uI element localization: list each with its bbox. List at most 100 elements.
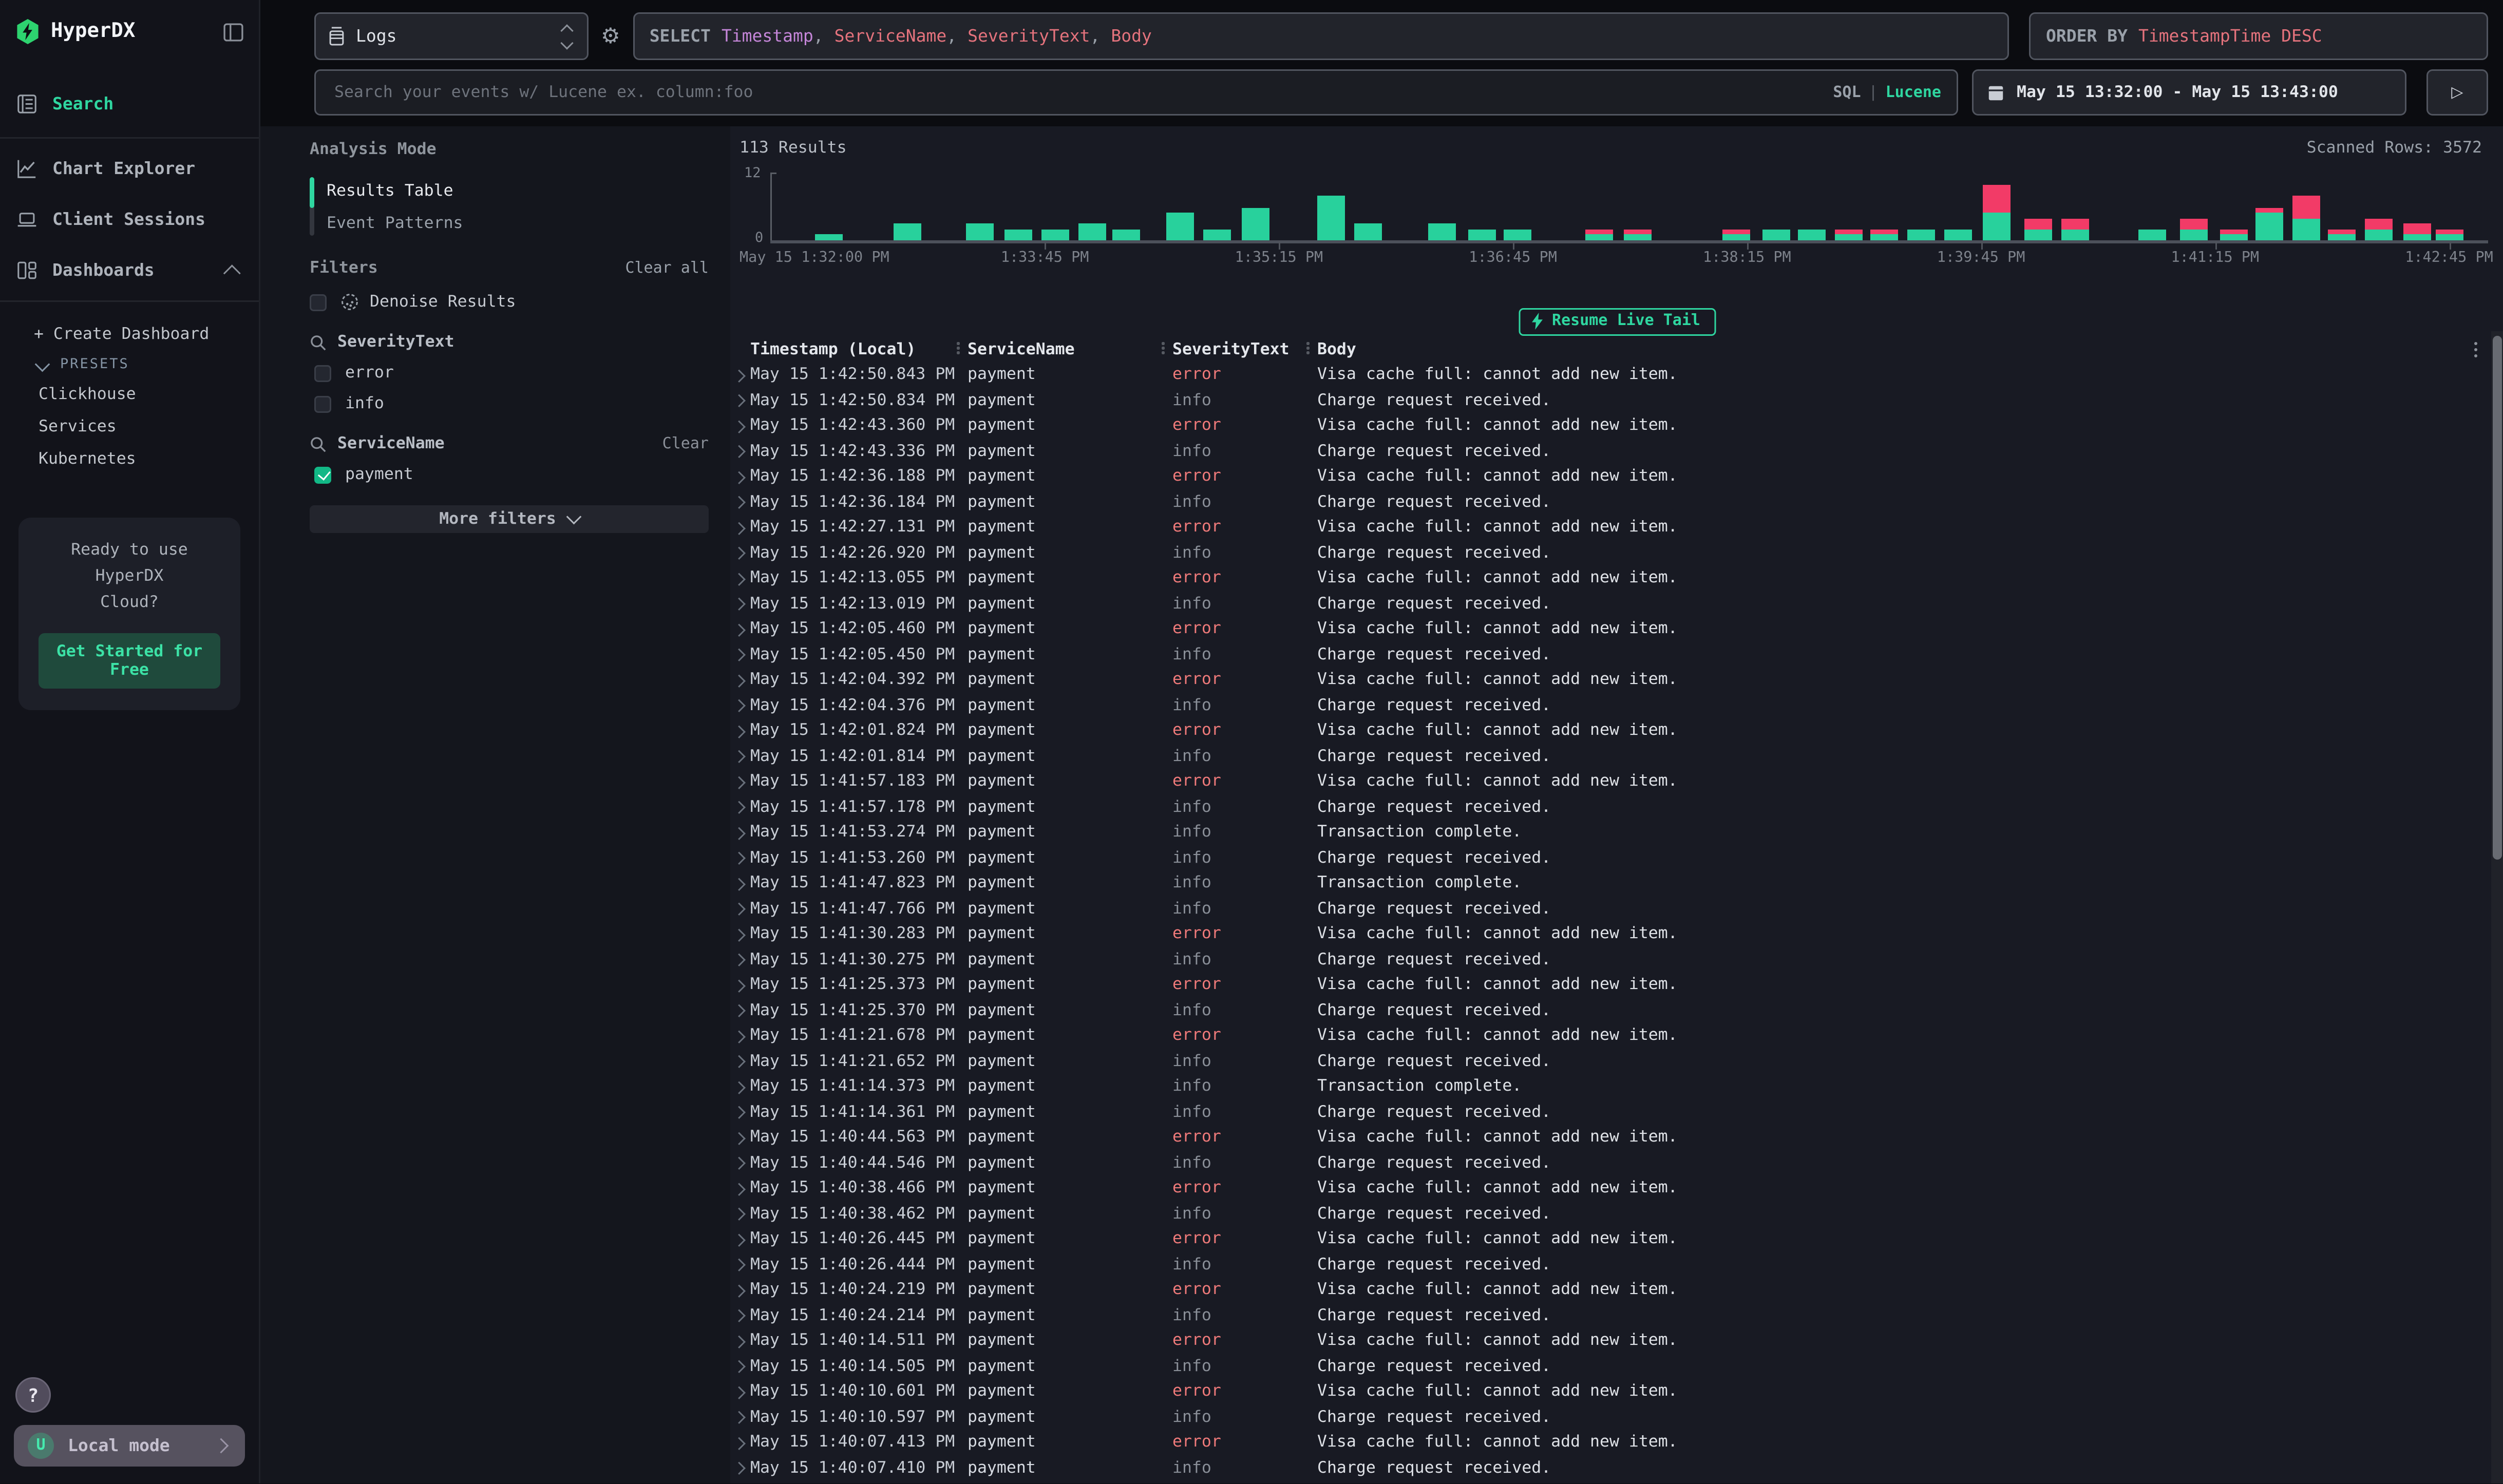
table-row[interactable]: May 15 1:41:57.178 PMpaymentinfoCharge r… [730, 794, 2488, 820]
table-row[interactable]: May 15 1:41:25.370 PMpaymentinfoCharge r… [730, 998, 2488, 1023]
row-expand-chevron-icon[interactable] [730, 1260, 750, 1269]
histogram-bar[interactable] [2061, 218, 2089, 240]
row-expand-chevron-icon[interactable] [730, 1286, 750, 1295]
table-row[interactable]: May 15 1:41:47.766 PMpaymentinfoCharge r… [730, 896, 2488, 922]
column-header-servicename[interactable]: ServiceName [968, 340, 1172, 358]
histogram-bar[interactable] [2220, 230, 2247, 240]
resume-live-tail-button[interactable]: Resume Live Tail [1518, 308, 1716, 336]
table-row[interactable]: May 15 1:40:44.546 PMpaymentinfoCharge r… [730, 1150, 2488, 1176]
table-row[interactable]: May 15 1:41:14.361 PMpaymentinfoCharge r… [730, 1099, 2488, 1125]
histogram-bar[interactable] [1944, 230, 1971, 240]
table-row[interactable]: May 15 1:41:30.283 PMpaymenterrorVisa ca… [730, 921, 2488, 947]
table-row[interactable]: May 15 1:42:01.814 PMpaymentinfoCharge r… [730, 744, 2488, 769]
histogram-bar[interactable] [1112, 230, 1140, 240]
table-row[interactable]: May 15 1:40:10.597 PMpaymentinfoCharge r… [730, 1404, 2488, 1430]
histogram-bar[interactable] [2328, 230, 2356, 240]
sidebar-collapse-icon[interactable] [223, 23, 243, 41]
histogram-bar[interactable] [1041, 230, 1069, 240]
row-expand-chevron-icon[interactable] [730, 1209, 750, 1218]
histogram-bar[interactable] [1723, 230, 1751, 240]
table-row[interactable]: May 15 1:40:14.505 PMpaymentinfoCharge r… [730, 1354, 2488, 1379]
table-row[interactable]: May 15 1:41:21.652 PMpaymentinfoCharge r… [730, 1049, 2488, 1074]
row-expand-chevron-icon[interactable] [730, 803, 750, 811]
row-expand-chevron-icon[interactable] [730, 1158, 750, 1167]
row-expand-chevron-icon[interactable] [730, 1413, 750, 1421]
histogram-bar[interactable] [1317, 196, 1345, 240]
row-expand-chevron-icon[interactable] [730, 752, 750, 760]
row-expand-chevron-icon[interactable] [730, 625, 750, 634]
preset-kubernetes[interactable]: Kubernetes [0, 442, 259, 474]
table-row[interactable]: May 15 1:41:30.275 PMpaymentinfoCharge r… [730, 947, 2488, 973]
analysis-mode-event-patterns[interactable]: Event Patterns [327, 206, 709, 239]
row-expand-chevron-icon[interactable] [730, 1057, 750, 1066]
mode-lucene-toggle[interactable]: Lucene [1886, 84, 1941, 101]
table-row[interactable]: May 15 1:41:47.823 PMpaymentinfoTransact… [730, 870, 2488, 896]
histogram-bar[interactable] [893, 224, 921, 240]
analysis-mode-results-table[interactable]: Results Table [327, 174, 709, 206]
table-row[interactable]: May 15 1:40:38.462 PMpaymentinfoCharge r… [730, 1201, 2488, 1227]
histogram-bar[interactable] [1354, 224, 1381, 240]
histogram-bar[interactable] [1871, 230, 1899, 240]
checkbox[interactable] [310, 294, 327, 311]
row-expand-chevron-icon[interactable] [730, 472, 750, 481]
histogram-bar[interactable] [1504, 230, 1532, 240]
table-row[interactable]: May 15 1:41:21.678 PMpaymenterrorVisa ca… [730, 1023, 2488, 1049]
row-expand-chevron-icon[interactable] [730, 777, 750, 786]
row-expand-chevron-icon[interactable] [730, 599, 750, 608]
histogram-bar[interactable] [1078, 224, 1106, 240]
histogram-bar[interactable] [1166, 213, 1194, 240]
row-expand-chevron-icon[interactable] [730, 930, 750, 939]
histogram-bar[interactable] [2365, 218, 2393, 240]
table-row[interactable]: May 15 1:40:44.563 PMpaymenterrorVisa ca… [730, 1125, 2488, 1150]
checkbox[interactable] [314, 395, 331, 412]
row-expand-chevron-icon[interactable] [730, 498, 750, 506]
gear-icon[interactable]: ⚙ [601, 24, 620, 49]
table-row[interactable]: May 15 1:40:07.413 PMpaymenterrorVisa ca… [730, 1430, 2488, 1455]
table-row[interactable]: May 15 1:42:36.184 PMpaymentinfoCharge r… [730, 489, 2488, 515]
histogram-bar[interactable] [1907, 230, 1935, 240]
row-expand-chevron-icon[interactable] [730, 1438, 750, 1447]
get-started-button[interactable]: Get Started for Free [39, 634, 220, 689]
table-row[interactable]: May 15 1:41:53.260 PMpaymentinfoCharge r… [730, 845, 2488, 871]
row-expand-chevron-icon[interactable] [730, 396, 750, 405]
table-row[interactable]: May 15 1:41:53.274 PMpaymentinfoTransact… [730, 820, 2488, 845]
row-expand-chevron-icon[interactable] [730, 853, 750, 862]
more-filters-button[interactable]: More filters [310, 505, 709, 533]
row-expand-chevron-icon[interactable] [730, 701, 750, 710]
histogram-bar[interactable] [1005, 230, 1033, 240]
histogram-bar[interactable] [2180, 218, 2208, 240]
histogram-bar[interactable] [2139, 230, 2167, 240]
row-expand-chevron-icon[interactable] [730, 1108, 750, 1116]
histogram-bar[interactable] [1834, 230, 1862, 240]
table-row[interactable]: May 15 1:42:13.055 PMpaymenterrorVisa ca… [730, 565, 2488, 591]
histogram-bar[interactable] [1468, 230, 1495, 240]
checkbox[interactable] [314, 365, 331, 382]
row-expand-chevron-icon[interactable] [730, 1337, 750, 1345]
help-button[interactable]: ? [15, 1377, 51, 1413]
table-row[interactable]: May 15 1:42:43.360 PMpaymenterrorVisa ca… [730, 413, 2488, 439]
table-row[interactable]: May 15 1:42:36.188 PMpaymenterrorVisa ca… [730, 464, 2488, 489]
histogram-bar[interactable] [2024, 218, 2052, 240]
table-row[interactable]: May 15 1:40:24.219 PMpaymenterrorVisa ca… [730, 1277, 2488, 1303]
sidebar-item-dashboards[interactable]: Dashboards [0, 245, 259, 296]
create-dashboard-button[interactable]: + Create Dashboard [0, 319, 259, 350]
table-row[interactable]: May 15 1:42:27.131 PMpaymenterrorVisa ca… [730, 515, 2488, 540]
row-expand-chevron-icon[interactable] [730, 904, 750, 913]
histogram-bar[interactable] [1624, 230, 1652, 240]
row-expand-chevron-icon[interactable] [730, 422, 750, 430]
row-expand-chevron-icon[interactable] [730, 1082, 750, 1091]
denoise-toggle[interactable]: Denoise Results [310, 293, 709, 311]
table-row[interactable]: May 15 1:40:14.511 PMpaymenterrorVisa ca… [730, 1328, 2488, 1354]
column-resize-handle[interactable] [957, 342, 959, 354]
histogram-bar[interactable] [2292, 196, 2320, 240]
column-resize-handle[interactable] [1162, 342, 1164, 354]
column-header-timestamp[interactable]: Timestamp (Local) [750, 340, 968, 358]
table-row[interactable]: May 15 1:42:26.920 PMpaymentinfoCharge r… [730, 540, 2488, 566]
table-row[interactable]: May 15 1:42:50.843 PMpaymenterrorVisa ca… [730, 362, 2488, 388]
source-select[interactable]: Logs [314, 12, 589, 60]
row-expand-chevron-icon[interactable] [730, 574, 750, 583]
histogram-bar[interactable] [2256, 207, 2284, 240]
row-expand-chevron-icon[interactable] [730, 1032, 750, 1040]
histogram-bar[interactable] [2435, 230, 2463, 240]
table-scrollbar[interactable] [2491, 331, 2503, 1483]
